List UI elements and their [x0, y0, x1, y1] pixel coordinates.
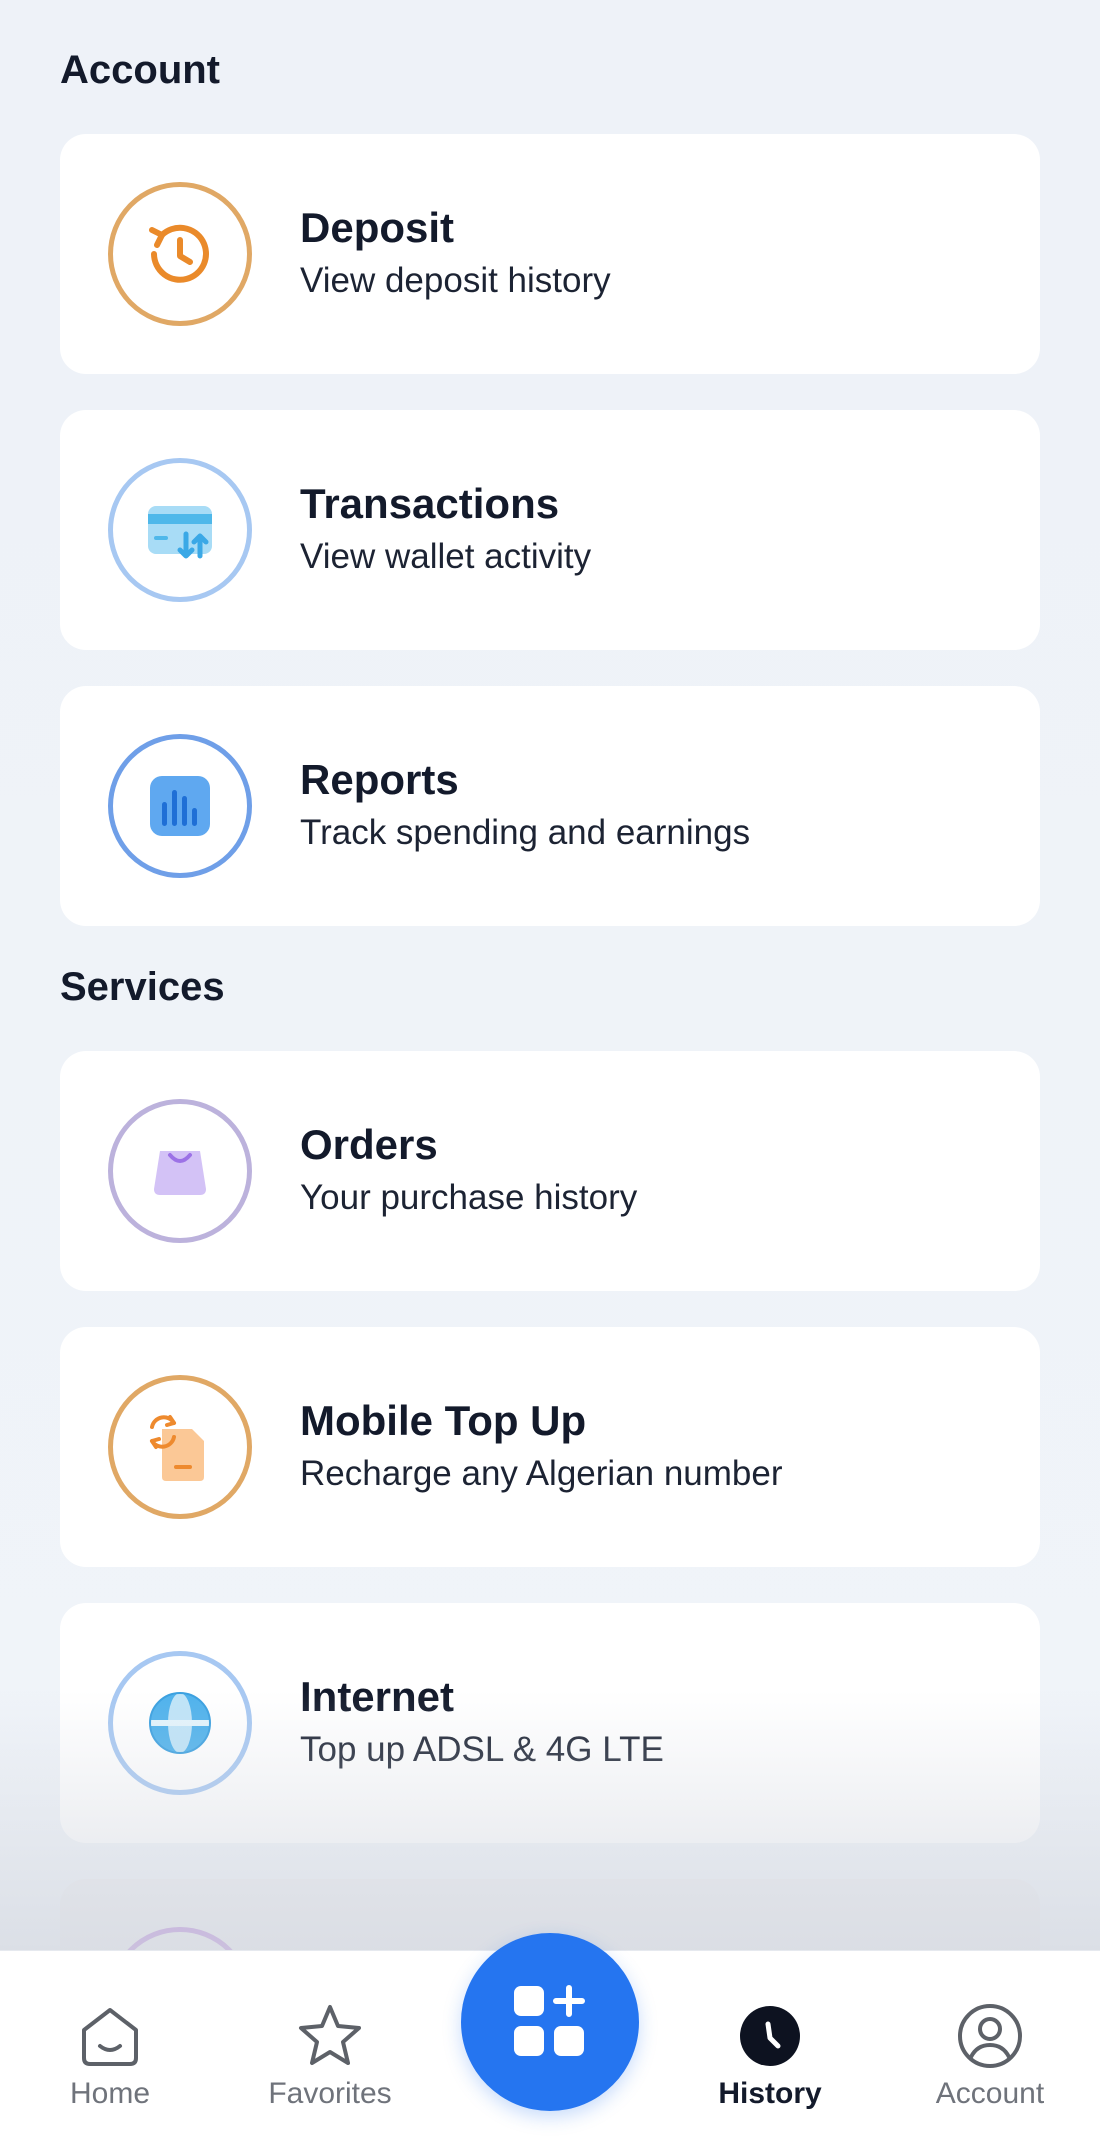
- card-subtitle: Top up ADSL & 4G LTE: [300, 1730, 664, 1769]
- nav-home[interactable]: Home: [10, 1951, 210, 2142]
- add-apps-icon: [514, 1985, 585, 2056]
- shopping-bag-icon: [108, 1099, 252, 1243]
- card-title: Internet: [300, 1673, 455, 1720]
- card-subtitle: Recharge any Algerian number: [300, 1454, 783, 1493]
- section-title-services: Services: [60, 965, 225, 1009]
- nav-label-history: History: [718, 2077, 822, 2110]
- nav-favorites[interactable]: Favorites: [230, 1951, 430, 2142]
- history-clock-icon: [108, 182, 252, 326]
- sim-refresh-icon: [108, 1375, 252, 1519]
- nav-history[interactable]: History: [670, 1951, 870, 2142]
- card-mobile-top-up[interactable]: Mobile Top Up Recharge any Algerian numb…: [60, 1327, 1040, 1567]
- card-subtitle: View wallet activity: [300, 537, 592, 576]
- user-circle-icon: [955, 2001, 1025, 2071]
- card-title: Reports: [300, 756, 459, 803]
- bar-chart-icon: [108, 734, 252, 878]
- nav-label-favorites: Favorites: [268, 2077, 392, 2110]
- nav-label-account: Account: [935, 2077, 1045, 2110]
- card-subtitle: Track spending and earnings: [300, 813, 751, 852]
- card-subtitle: Your purchase history: [300, 1178, 638, 1217]
- wallet-transfer-icon: [108, 458, 252, 602]
- card-deposit[interactable]: Deposit View deposit history: [60, 134, 1040, 374]
- card-transactions[interactable]: Transactions View wallet activity: [60, 410, 1040, 650]
- card-subtitle: View deposit history: [300, 261, 611, 300]
- add-action-button[interactable]: [461, 1933, 639, 2111]
- card-title: Transactions: [300, 480, 560, 527]
- home-icon: [75, 2001, 145, 2071]
- card-title: Mobile Top Up: [300, 1397, 587, 1444]
- card-orders[interactable]: Orders Your purchase history: [60, 1051, 1040, 1291]
- card-reports[interactable]: Reports Track spending and earnings: [60, 686, 1040, 926]
- card-title: Orders: [300, 1121, 438, 1168]
- star-icon: [295, 2001, 365, 2071]
- nav-label-home: Home: [69, 2077, 151, 2110]
- nav-account[interactable]: Account: [890, 1951, 1090, 2142]
- card-internet[interactable]: Internet Top up ADSL & 4G LTE: [60, 1603, 1040, 1843]
- card-title: Deposit: [300, 204, 455, 251]
- clock-icon: [735, 2001, 805, 2071]
- app-screen: Account Deposit View deposit history Tra…: [0, 0, 1100, 2142]
- globe-icon: [108, 1651, 252, 1795]
- section-title-account: Account: [60, 48, 220, 92]
